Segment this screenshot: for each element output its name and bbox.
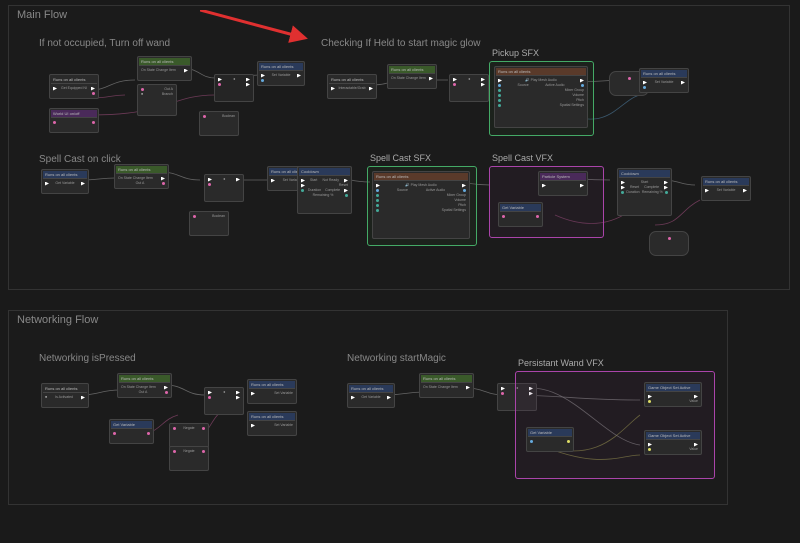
node-get-var-4[interactable]: Runs on all clients Get Variable [347,383,395,408]
node-get-var-5[interactable]: Get Variable [526,427,574,452]
group-spell-vfx: Spell Cast VFX Particle System Get Varia… [489,166,604,238]
node-get-equipped[interactable]: Runs on all clients Get Equipped NI [49,74,99,99]
subtitle-wand-off: If not occupied, Turn off wand [39,38,170,49]
group-spell-sfx: Spell Cast SFX Runs on all clients 🔊 Pla… [367,166,477,246]
subtitle-spell-click: Spell Cast on click [39,154,121,165]
node-negate-2[interactable]: Negate [169,446,209,471]
node-set-var-6[interactable]: Runs on all clients Set Variable [247,411,297,436]
node-get-var-2[interactable]: Get Variable [498,202,543,227]
node-state-change-3[interactable]: Runs on all clients On State Change Item… [114,164,169,189]
node-branch-4[interactable]: ◄ [204,387,244,415]
node-world-ui[interactable]: World UI on/off [49,108,99,133]
main-flow-section: Main Flow If not occupied, Turn off wand… [8,5,790,290]
node-set-active-1[interactable]: Game Object Set Active Value [644,382,702,407]
networking-flow-section: Networking Flow Networking isPressed Net… [8,310,728,505]
group-persist-vfx: Persistant Wand VFX Get Variable Game Ob… [515,371,715,479]
node-set-var-5[interactable]: Runs on all clients Set Variable [247,379,297,404]
node-bool-1[interactable]: Out A ■Branch [137,84,177,116]
node-set-var-4[interactable]: Runs on all clients Set Variable [701,176,751,201]
node-get-var-3[interactable]: Get Variable [109,419,154,444]
node-state-change-1[interactable]: Runs on all clients On State Change Item [137,56,192,81]
subtitle-check-held: Checking If Held to start magic glow [321,38,481,49]
node-play-audio-2[interactable]: Runs on all clients 🔊 Play Mesh Audio So… [372,171,470,239]
section-title-main: Main Flow [17,9,67,21]
node-branch-2[interactable]: ◄ [449,74,489,102]
node-branch-3[interactable]: ◄ [204,174,244,202]
node-boolean-3[interactable]: Boolean [189,211,229,236]
node-get-var-1[interactable]: Runs on all clients Get Variable [41,169,89,194]
group-pickup-sfx: Pickup SFX Runs on all clients 🔊 Play Me… [489,61,594,136]
node-boolean-1[interactable]: Boolean [199,111,239,136]
node-boolean-4[interactable] [649,231,689,256]
node-interactable-grab[interactable]: Runs on all clients Interactable/Grab [327,74,377,99]
node-set-var-1[interactable]: Runs on all clients Set Variable [257,61,305,86]
node-negate-1[interactable]: Negate [169,423,209,448]
subtitle-net-start: Networking startMagic [347,353,446,364]
subtitle-net-pressed: Networking isPressed [39,353,136,364]
node-cooldown-2[interactable]: Cooldown Start ResetComplete DurationRem… [617,168,672,216]
node-branch-1[interactable]: ◄ [214,74,254,102]
node-cooldown-1[interactable]: Cooldown StartNot Ready Reset DurationCo… [297,166,352,214]
node-play-audio-1[interactable]: Runs on all clients 🔊 Play Mesh Audio So… [494,66,588,128]
node-set-active-2[interactable]: Game Object Set Active Value [644,430,702,455]
annotation-arrow [200,10,340,50]
node-state-change-5[interactable]: Runs on all clients On State Change Item [419,373,474,398]
node-activated[interactable]: Runs on all clients ■Is Activated [41,383,89,408]
section-title-networking: Networking Flow [17,314,98,326]
node-state-change-4[interactable]: Runs on all clients On State Change Item… [117,373,172,398]
node-particle-1[interactable]: Particle System [538,171,588,196]
node-state-change-2[interactable]: Runs on all clients On State Change Item [387,64,437,89]
node-set-var-2[interactable]: Runs on all clients Set Variable [639,68,689,93]
